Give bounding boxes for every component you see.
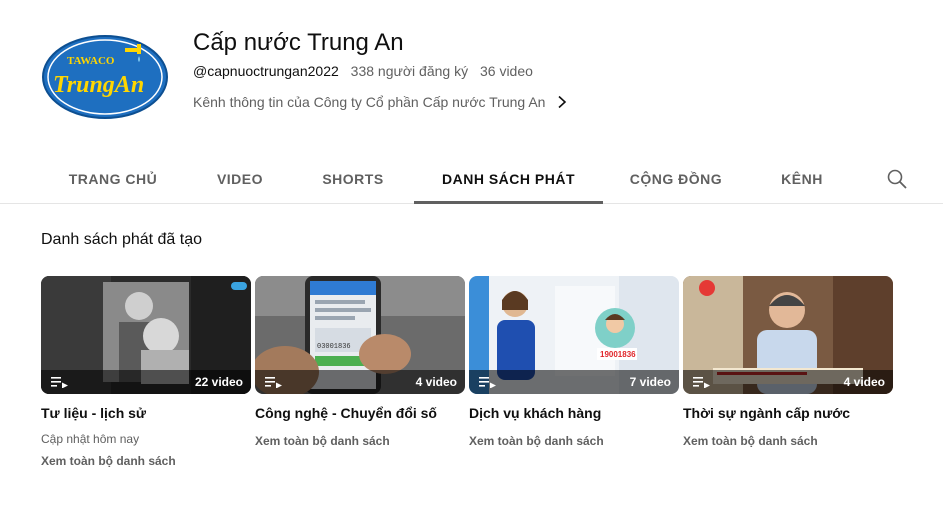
- playlist-overlay: 4 video: [255, 370, 465, 394]
- channel-logo: TAWACO TrungAn: [42, 35, 168, 119]
- playlist-thumbnail[interactable]: 22 video: [41, 276, 251, 394]
- playlist-overlay: 7 video: [469, 370, 679, 394]
- view-full-playlist-link[interactable]: Xem toàn bộ danh sách: [683, 434, 893, 448]
- playlist-updated: Cập nhật hôm nay: [41, 432, 140, 446]
- playlist-thumbnail[interactable]: 4 video: [683, 276, 893, 394]
- channel-header: TAWACO TrungAn Cấp nước Trung An @capnuo…: [0, 0, 943, 150]
- logo-text-main: TrungAn: [53, 72, 144, 98]
- playlist-title[interactable]: Tư liệu - lịch sử: [41, 404, 251, 422]
- view-full-playlist-link[interactable]: Xem toàn bộ danh sách: [255, 434, 465, 448]
- playlist-icon: [693, 377, 710, 388]
- playlist-video-count: 4 video: [843, 375, 885, 389]
- channel-title: Cấp nước Trung An: [193, 29, 404, 56]
- channel-tabs: TRANG CHỦ VIDEO SHORTS DANH SÁCH PHÁT CỘ…: [0, 155, 943, 204]
- tab-community[interactable]: CỘNG ĐỒNG: [612, 155, 740, 203]
- playlist-overlay: 4 video: [683, 370, 893, 394]
- playlist-icon: [51, 377, 68, 388]
- tab-shorts[interactable]: SHORTS: [295, 155, 411, 203]
- playlist-title[interactable]: Thời sự ngành cấp nước: [683, 404, 893, 422]
- view-full-playlist-link[interactable]: Xem toàn bộ danh sách: [41, 454, 251, 468]
- playlist-card: 03001836 4 video Công nghệ - Chuyển đổi …: [255, 276, 465, 448]
- subscriber-count: 338 người đăng ký: [350, 63, 469, 79]
- tab-home[interactable]: TRANG CHỦ: [41, 155, 185, 203]
- playlist-card: 22 video Tư liệu - lịch sử Cập nhật hôm …: [41, 276, 251, 468]
- playlist-video-count: 7 video: [629, 375, 671, 389]
- playlist-title[interactable]: Công nghệ - Chuyển đổi số: [255, 404, 465, 422]
- description-text: Kênh thông tin của Công ty Cổ phần Cấp n…: [193, 94, 546, 110]
- playlist-card: 19001836 7 video Dịch vụ khách hàng Xem …: [469, 276, 679, 448]
- chevron-right-icon: [558, 95, 567, 109]
- video-count: 36 video: [479, 63, 533, 79]
- section-title: Danh sách phát đã tạo: [41, 231, 203, 248]
- tab-channels[interactable]: KÊNH: [748, 155, 856, 203]
- playlist-thumbnail[interactable]: 19001836 7 video: [469, 276, 679, 394]
- thumbnail-text: 03001836: [317, 343, 351, 351]
- playlist-thumbnail[interactable]: 03001836 4 video: [255, 276, 465, 394]
- thumbnail-text: 19001836: [600, 350, 636, 359]
- playlist-title[interactable]: Dịch vụ khách hàng: [469, 404, 679, 422]
- playlist-video-count: 22 video: [194, 375, 243, 389]
- channel-description[interactable]: Kênh thông tin của Công ty Cổ phần Cấp n…: [193, 94, 569, 110]
- logo-text-top: TAWACO: [67, 55, 115, 67]
- playlist-overlay: 22 video: [41, 370, 251, 394]
- playlist-icon: [265, 377, 282, 388]
- channel-handle: @capnuoctrungan2022: [193, 63, 339, 79]
- channel-meta: @capnuoctrungan2022 338 người đăng ký 36…: [193, 63, 541, 79]
- tab-videos[interactable]: VIDEO: [185, 155, 295, 203]
- tab-playlists[interactable]: DANH SÁCH PHÁT: [414, 155, 603, 204]
- playlist-card: 4 video Thời sự ngành cấp nước Xem toàn …: [683, 276, 893, 448]
- playlist-icon: [479, 377, 496, 388]
- channel-avatar[interactable]: TAWACO TrungAn: [41, 34, 169, 120]
- search-icon[interactable]: [886, 168, 908, 190]
- view-full-playlist-link[interactable]: Xem toàn bộ danh sách: [469, 434, 679, 448]
- playlist-video-count: 4 video: [415, 375, 457, 389]
